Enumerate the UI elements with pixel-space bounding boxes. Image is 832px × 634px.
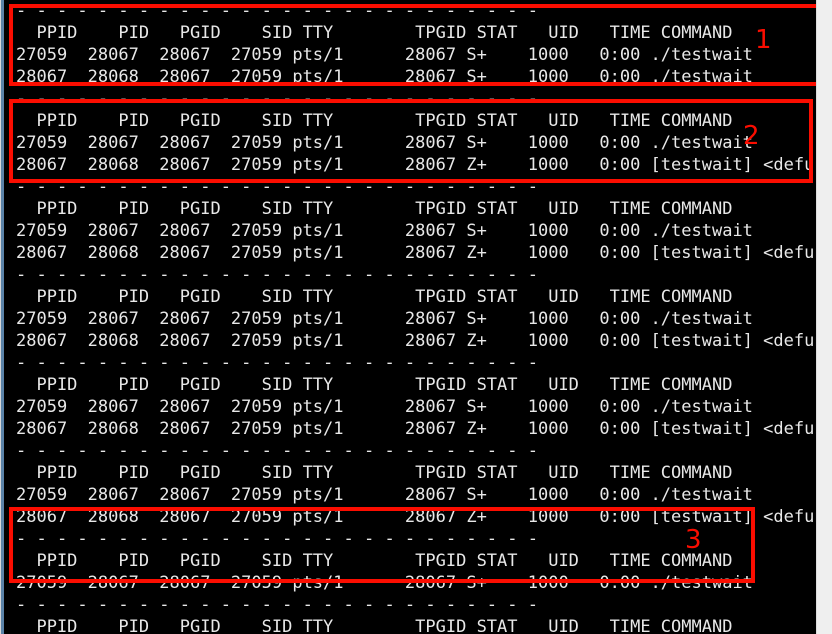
process-row-parent: 27059 28067 28067 27059 pts/1 28067 S+ 1… xyxy=(16,45,753,65)
process-row-zombie: 28067 28068 28067 27059 pts/1 28067 Z+ 1… xyxy=(16,331,832,351)
annotation-label-2: 2 xyxy=(743,121,760,151)
process-row-parent: 27059 28067 28067 27059 pts/1 28067 S+ 1… xyxy=(16,309,753,329)
process-row-zombie: 28067 28068 28067 27059 pts/1 28067 Z+ 1… xyxy=(16,419,832,439)
column-header-line: PPID PID PGID SID TTY TPGID STAT UID TIM… xyxy=(16,287,733,307)
process-row-parent: 27059 28067 28067 27059 pts/1 28067 S+ 1… xyxy=(16,485,753,505)
annotation-label-3: 3 xyxy=(685,525,702,555)
separator-line: - - - - - - - - - - - - - - - - - - - - … xyxy=(16,595,538,615)
column-header-line: PPID PID PGID SID TTY TPGID STAT UID TIM… xyxy=(16,617,733,634)
process-row-parent: 27059 28067 28067 27059 pts/1 28067 S+ 1… xyxy=(16,133,753,153)
terminal-window: - - - - - - - - - - - - - - - - - - - - … xyxy=(0,0,832,634)
separator-line: - - - - - - - - - - - - - - - - - - - - … xyxy=(16,1,538,21)
process-row-zombie: 28067 28068 28067 27059 pts/1 28067 Z+ 1… xyxy=(16,243,832,263)
column-header-line: PPID PID PGID SID TTY TPGID STAT UID TIM… xyxy=(16,199,733,219)
column-header-line: PPID PID PGID SID TTY TPGID STAT UID TIM… xyxy=(16,111,733,131)
window-left-edge xyxy=(0,0,5,634)
process-row-child: 28067 28068 28067 27059 pts/1 28067 S+ 1… xyxy=(16,67,753,87)
column-header-line: PPID PID PGID SID TTY TPGID STAT UID TIM… xyxy=(16,463,733,483)
separator-line: - - - - - - - - - - - - - - - - - - - - … xyxy=(16,441,538,461)
annotation-label-1: 1 xyxy=(755,25,772,55)
column-header-line: PPID PID PGID SID TTY TPGID STAT UID TIM… xyxy=(16,375,733,395)
separator-line: - - - - - - - - - - - - - - - - - - - - … xyxy=(16,177,538,197)
separator-line: - - - - - - - - - - - - - - - - - - - - … xyxy=(16,265,538,285)
column-header-line: PPID PID PGID SID TTY TPGID STAT UID TIM… xyxy=(16,23,733,43)
separator-line: - - - - - - - - - - - - - - - - - - - - … xyxy=(16,89,538,109)
process-row-parent: 27059 28067 28067 27059 pts/1 28067 S+ 1… xyxy=(16,573,753,593)
vertical-scrollbar[interactable] xyxy=(816,0,832,634)
process-row-parent: 27059 28067 28067 27059 pts/1 28067 S+ 1… xyxy=(16,397,753,417)
process-row-zombie: 28067 28068 28067 27059 pts/1 28067 Z+ 1… xyxy=(16,155,832,175)
process-row-parent: 27059 28067 28067 27059 pts/1 28067 S+ 1… xyxy=(16,221,753,241)
separator-line: - - - - - - - - - - - - - - - - - - - - … xyxy=(16,353,538,373)
